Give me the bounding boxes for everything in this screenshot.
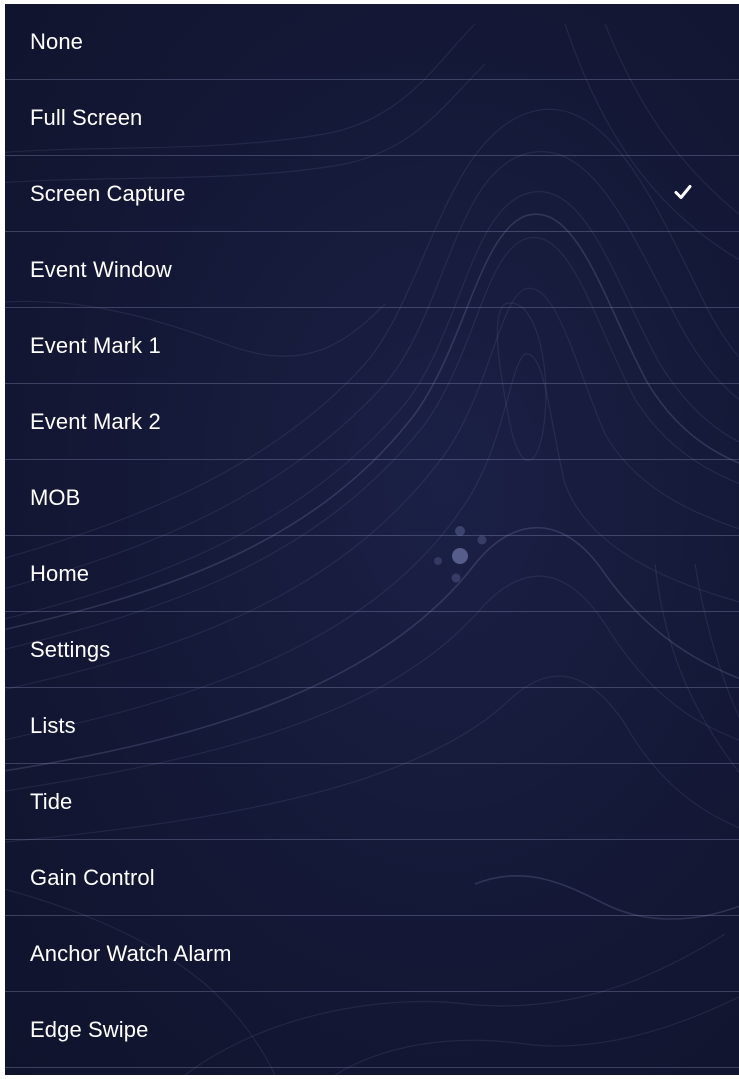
menu-item-anchor-watch-alarm[interactable]: Anchor Watch Alarm bbox=[5, 916, 739, 992]
menu-panel: None Full Screen Screen Capture Event Wi… bbox=[5, 4, 739, 1075]
menu-item-label: Event Mark 1 bbox=[30, 333, 161, 358]
menu-item-home[interactable]: Home bbox=[5, 536, 739, 612]
menu-item-label: Event Mark 2 bbox=[30, 409, 161, 434]
menu-item-label: None bbox=[30, 29, 83, 54]
menu-item-label: Home bbox=[30, 561, 90, 586]
menu-item-screen-capture[interactable]: Screen Capture bbox=[5, 156, 739, 232]
menu-item-tide[interactable]: Tide bbox=[5, 764, 739, 840]
menu-item-label: Event Window bbox=[30, 257, 172, 282]
menu-item-label: Tide bbox=[30, 789, 73, 814]
menu-item-label: Lists bbox=[30, 713, 76, 738]
menu-item-lists[interactable]: Lists bbox=[5, 688, 739, 764]
menu-item-mob[interactable]: MOB bbox=[5, 460, 739, 536]
menu-item-event-mark-1[interactable]: Event Mark 1 bbox=[5, 308, 739, 384]
menu-item-label: Edge Swipe bbox=[30, 1017, 149, 1042]
menu-item-event-mark-2[interactable]: Event Mark 2 bbox=[5, 384, 739, 460]
menu-item-edge-swipe[interactable]: Edge Swipe bbox=[5, 992, 739, 1068]
menu-item-label: Settings bbox=[30, 637, 111, 662]
checkmark-icon bbox=[674, 185, 692, 199]
function-menu-list: None Full Screen Screen Capture Event Wi… bbox=[5, 4, 739, 1068]
menu-item-label: Anchor Watch Alarm bbox=[30, 941, 232, 966]
menu-item-gain-control[interactable]: Gain Control bbox=[5, 840, 739, 916]
menu-item-label: Screen Capture bbox=[30, 181, 186, 206]
menu-item-none[interactable]: None bbox=[5, 4, 739, 80]
menu-item-label: MOB bbox=[30, 485, 81, 510]
menu-item-full-screen[interactable]: Full Screen bbox=[5, 80, 739, 156]
menu-item-event-window[interactable]: Event Window bbox=[5, 232, 739, 308]
menu-item-label: Full Screen bbox=[30, 105, 143, 130]
menu-item-settings[interactable]: Settings bbox=[5, 612, 739, 688]
menu-item-label: Gain Control bbox=[30, 865, 155, 890]
